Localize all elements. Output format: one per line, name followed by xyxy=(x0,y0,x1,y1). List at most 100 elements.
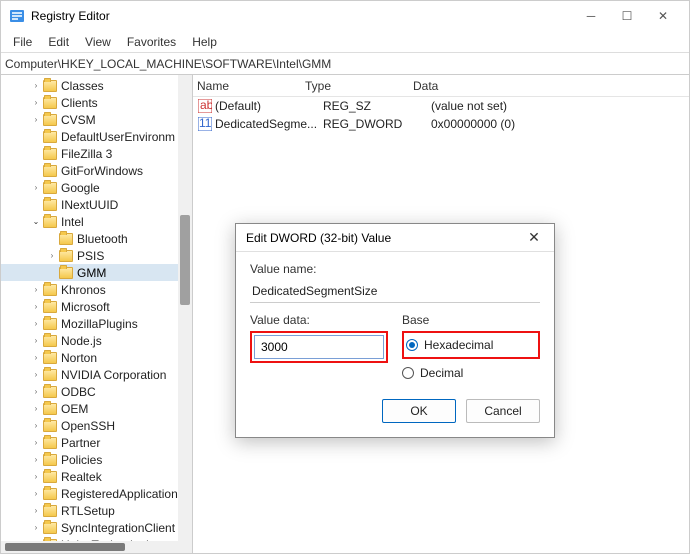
chevron-down-icon[interactable]: ⌄ xyxy=(31,217,41,226)
tree-item[interactable]: ›PSIS xyxy=(1,247,192,264)
chevron-right-icon[interactable]: › xyxy=(31,506,41,515)
chevron-right-icon[interactable]: › xyxy=(31,455,41,464)
chevron-right-icon[interactable]: › xyxy=(31,370,41,379)
window-buttons: ─ ☐ ✕ xyxy=(573,2,681,30)
tree-item[interactable]: › Google xyxy=(1,179,192,196)
folder-icon xyxy=(43,352,57,364)
tree-item-label: INextUUID xyxy=(61,198,118,212)
menu-file[interactable]: File xyxy=(5,33,40,51)
address-bar[interactable]: Computer\HKEY_LOCAL_MACHINE\SOFTWARE\Int… xyxy=(1,53,689,75)
tree-item[interactable]: FileZilla 3 xyxy=(1,145,192,162)
value-data-input[interactable] xyxy=(254,335,384,359)
chevron-right-icon[interactable]: › xyxy=(31,523,41,532)
tree-item[interactable]: ›Node.js xyxy=(1,332,192,349)
tree-item[interactable]: ›RegisteredApplication xyxy=(1,485,192,502)
tree-item-label: Microsoft xyxy=(61,300,110,314)
tree-item[interactable]: › Norton xyxy=(1,349,192,366)
tree-item[interactable]: ›OpenSSH xyxy=(1,417,192,434)
folder-icon xyxy=(43,216,57,228)
list-row[interactable]: 110 DedicatedSegme... REG_DWORD 0x000000… xyxy=(193,115,689,133)
tree-item-label: GitForWindows xyxy=(61,164,143,178)
tree-item[interactable]: ›NVIDIA Corporation xyxy=(1,366,192,383)
chevron-right-icon[interactable]: › xyxy=(31,404,41,413)
menu-edit[interactable]: Edit xyxy=(40,33,77,51)
value-name-field[interactable]: DedicatedSegmentSize xyxy=(250,280,540,303)
tree-item[interactable]: DefaultUserEnvironm xyxy=(1,128,192,145)
radio-off-icon xyxy=(402,367,414,379)
tree-item-label: Norton xyxy=(61,351,97,365)
tree-item-label: Google xyxy=(61,181,100,195)
tree-item[interactable]: ›Khronos xyxy=(1,281,192,298)
tree-horizontal-scrollbar[interactable] xyxy=(1,541,192,553)
cell-type: REG_DWORD xyxy=(323,117,431,131)
tree-item-label: Policies xyxy=(61,453,102,467)
chevron-right-icon[interactable]: › xyxy=(31,319,41,328)
maximize-button[interactable]: ☐ xyxy=(609,2,645,30)
tree-item[interactable]: ›Realtek xyxy=(1,468,192,485)
tree-vertical-scrollbar[interactable] xyxy=(178,75,192,553)
tree-item[interactable]: GitForWindows xyxy=(1,162,192,179)
chevron-right-icon[interactable]: › xyxy=(31,302,41,311)
tree-item[interactable]: ›SyncIntegrationClient xyxy=(1,519,192,536)
chevron-right-icon[interactable]: › xyxy=(31,438,41,447)
radio-hexadecimal[interactable]: Hexadecimal xyxy=(406,335,536,355)
close-button[interactable]: ✕ xyxy=(645,2,681,30)
cell-data: (value not set) xyxy=(431,99,507,113)
chevron-right-icon[interactable]: › xyxy=(31,353,41,362)
menu-help[interactable]: Help xyxy=(184,33,225,51)
tree-item[interactable]: ›RTLSetup xyxy=(1,502,192,519)
tree-item-label: FileZilla 3 xyxy=(61,147,112,161)
folder-icon xyxy=(59,233,73,245)
folder-icon xyxy=(43,165,57,177)
chevron-right-icon[interactable]: › xyxy=(31,285,41,294)
tree-item[interactable]: › OEM xyxy=(1,400,192,417)
tree-item-label: MozillaPlugins xyxy=(61,317,138,331)
folder-icon xyxy=(43,301,57,313)
menu-favorites[interactable]: Favorites xyxy=(119,33,184,51)
tree-item[interactable]: ›CVSM xyxy=(1,111,192,128)
tree-item[interactable]: › Microsoft xyxy=(1,298,192,315)
dialog-close-icon[interactable]: ✕ xyxy=(524,229,544,246)
cancel-button[interactable]: Cancel xyxy=(466,399,540,423)
hex-label: Hexadecimal xyxy=(424,338,493,352)
tree-item[interactable]: GMM xyxy=(1,264,192,281)
chevron-right-icon[interactable]: › xyxy=(31,336,41,345)
col-type[interactable]: Type xyxy=(305,79,413,93)
tree-item-label: OEM xyxy=(61,402,88,416)
tree-item[interactable]: › MozillaPlugins xyxy=(1,315,192,332)
edit-dword-dialog: Edit DWORD (32-bit) Value ✕ Value name: … xyxy=(235,223,555,438)
chevron-right-icon[interactable]: › xyxy=(31,387,41,396)
list-row[interactable]: ab (Default) REG_SZ (value not set) xyxy=(193,97,689,115)
col-data[interactable]: Data xyxy=(413,79,438,93)
chevron-right-icon[interactable]: › xyxy=(31,421,41,430)
col-name[interactable]: Name xyxy=(197,79,305,93)
tree-item[interactable]: ›ODBC xyxy=(1,383,192,400)
value-data-highlight xyxy=(250,331,388,363)
tree-item[interactable]: ›Clients xyxy=(1,94,192,111)
dword-value-icon: 110 xyxy=(197,117,213,131)
chevron-right-icon[interactable]: › xyxy=(31,98,41,107)
chevron-right-icon[interactable]: › xyxy=(31,489,41,498)
radio-decimal[interactable]: Decimal xyxy=(402,363,540,383)
tree-item[interactable]: ›Classes xyxy=(1,77,192,94)
tree-item[interactable]: ⌄Intel xyxy=(1,213,192,230)
folder-icon xyxy=(43,437,57,449)
folder-icon xyxy=(43,182,57,194)
dialog-titlebar: Edit DWORD (32-bit) Value ✕ xyxy=(236,224,554,252)
folder-icon xyxy=(43,420,57,432)
chevron-right-icon[interactable]: › xyxy=(47,251,57,260)
tree-item[interactable]: INextUUID xyxy=(1,196,192,213)
tree-item[interactable]: › Policies xyxy=(1,451,192,468)
minimize-button[interactable]: ─ xyxy=(573,2,609,30)
menu-view[interactable]: View xyxy=(77,33,119,51)
chevron-right-icon[interactable]: › xyxy=(31,472,41,481)
folder-icon xyxy=(43,114,57,126)
chevron-right-icon[interactable]: › xyxy=(31,183,41,192)
chevron-right-icon[interactable]: › xyxy=(31,81,41,90)
tree-item[interactable]: Bluetooth xyxy=(1,230,192,247)
chevron-right-icon[interactable]: › xyxy=(31,115,41,124)
cell-name: DedicatedSegme... xyxy=(215,117,323,131)
ok-button[interactable]: OK xyxy=(382,399,456,423)
tree-item[interactable]: ›Partner xyxy=(1,434,192,451)
folder-icon xyxy=(43,403,57,415)
